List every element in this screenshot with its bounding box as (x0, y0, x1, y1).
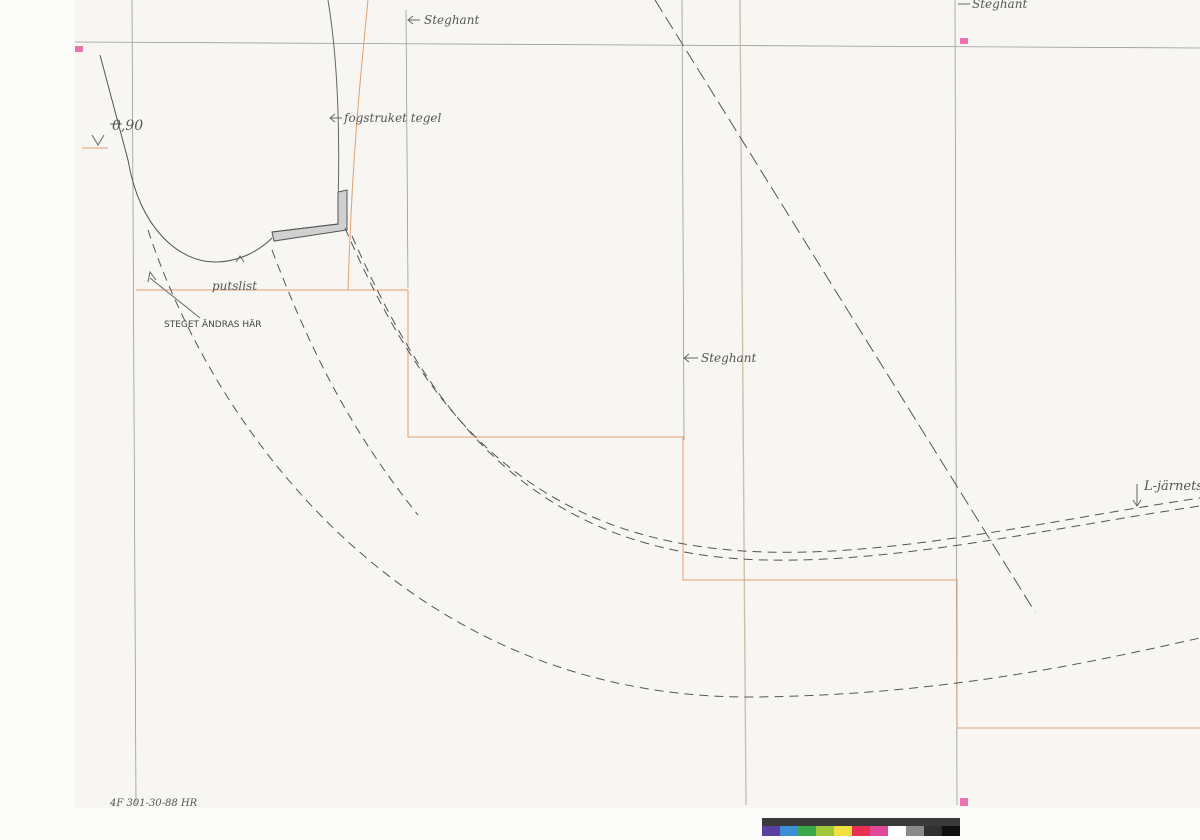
label-steghant-top: Steghant (424, 13, 479, 27)
color-calibration-bar (762, 818, 960, 836)
label-dimension: 0,90 (112, 118, 143, 134)
color-swatch (816, 826, 834, 836)
color-swatch (780, 826, 798, 836)
label-steget-andras: STEGET ÄNDRAS HÄR (164, 319, 262, 330)
label-steghant-top-right: Steghant (972, 0, 1027, 11)
color-swatch (906, 826, 924, 836)
color-swatch (762, 826, 780, 836)
color-swatch (852, 826, 870, 836)
color-swatch (834, 826, 852, 836)
paper-background (0, 0, 1200, 840)
color-bar-swatches (762, 826, 960, 836)
label-steghant-middle: Steghant (701, 351, 756, 365)
register-mark-top-left (75, 46, 83, 52)
register-mark-top-right (960, 38, 968, 44)
label-putslist: putslist (212, 279, 257, 293)
label-l-jarnets: L-järnets (1143, 479, 1200, 494)
paper-margin-left (0, 0, 75, 840)
paper-margin-bottom (0, 808, 1200, 840)
catalog-number: 4F 301-30-88 HR (109, 798, 198, 809)
label-fogstruket-tegel: fogstruket tegel (343, 111, 442, 125)
color-bar-top (762, 818, 960, 826)
color-swatch (888, 826, 906, 836)
color-swatch (798, 826, 816, 836)
color-swatch (942, 826, 960, 836)
drawing-sheet: Steghant Steghant 0,90 fogstruket tegel … (0, 0, 1200, 840)
color-swatch (924, 826, 942, 836)
register-mark-bottom (960, 798, 968, 806)
color-swatch (870, 826, 888, 836)
